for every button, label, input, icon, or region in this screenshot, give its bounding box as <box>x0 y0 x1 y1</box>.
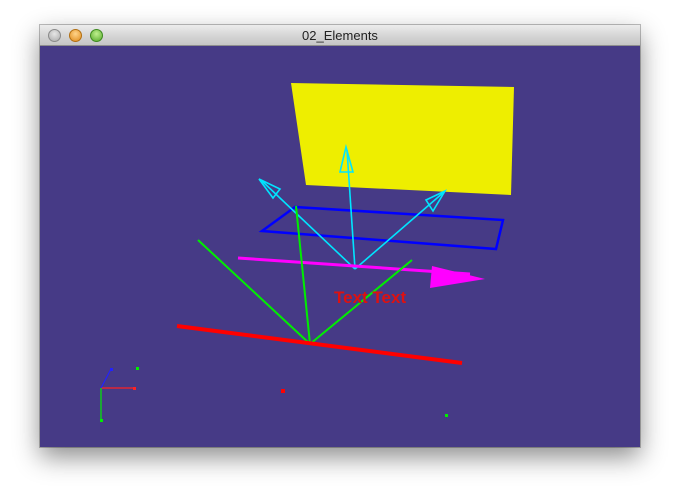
scene-canvas: Text Text <box>100 83 514 422</box>
axis-y-tip <box>100 419 103 422</box>
green-line-center <box>295 205 311 345</box>
red-line <box>176 324 463 365</box>
green-line-left <box>197 239 311 345</box>
window-title: 02_Elements <box>302 28 378 43</box>
red-point <box>281 389 285 393</box>
title-bar[interactable]: 02_Elements <box>40 25 640 46</box>
yellow-plane <box>291 83 514 195</box>
magenta-arrowhead <box>430 266 485 288</box>
green-point-1 <box>136 367 139 370</box>
axis-z-tip <box>110 368 113 371</box>
scene-text-label: Text Text <box>334 288 406 307</box>
3d-viewport[interactable]: Text Text <box>40 46 640 447</box>
axis-gizmo <box>100 368 136 422</box>
axis-z <box>100 368 112 389</box>
green-point-2 <box>445 414 448 417</box>
axis-x-tip <box>133 387 136 390</box>
app-window: 02_Elements Text Text <box>40 25 640 447</box>
green-lines <box>197 205 413 345</box>
cyan-arrow-right <box>354 191 445 270</box>
